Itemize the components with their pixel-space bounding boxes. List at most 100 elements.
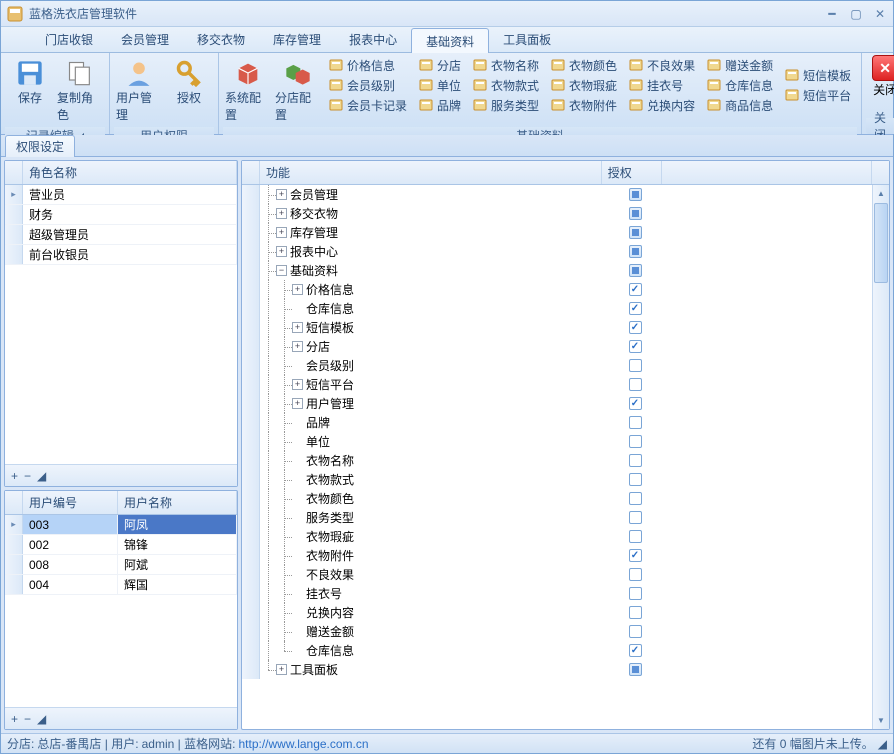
auth-checkbox[interactable]: [629, 302, 642, 315]
tree-expander[interactable]: +: [276, 664, 287, 675]
user-row[interactable]: ▸003阿凤: [5, 515, 237, 535]
tree-row[interactable]: 兑换内容: [242, 603, 872, 622]
tree-row[interactable]: 仓库信息: [242, 299, 872, 318]
auth-checkbox[interactable]: [629, 416, 642, 429]
ribbon-close-button[interactable]: ✕ 关闭: [866, 55, 894, 98]
scroll-up-button[interactable]: ▲: [873, 185, 889, 202]
ribbon-item[interactable]: 会员级别: [325, 75, 411, 95]
ribbon-item[interactable]: 价格信息: [325, 55, 411, 75]
tree-row[interactable]: 衣物附件: [242, 546, 872, 565]
ribbon-item[interactable]: 分店: [415, 55, 465, 75]
auth-checkbox[interactable]: [629, 378, 642, 391]
role-row[interactable]: 超级管理员: [5, 225, 237, 245]
status-site-link[interactable]: http://www.lange.com.cn: [239, 737, 369, 751]
tree-expander[interactable]: −: [276, 265, 287, 276]
auth-checkbox[interactable]: [629, 606, 642, 619]
tree-expander[interactable]: +: [292, 398, 303, 409]
scroll-thumb[interactable]: [874, 203, 888, 283]
ribbon-item[interactable]: 短信平台: [781, 85, 855, 105]
auth-checkbox[interactable]: [629, 644, 642, 657]
scroll-down-button[interactable]: ▼: [873, 712, 889, 729]
roles-remove-button[interactable]: −: [24, 469, 31, 483]
tree-row[interactable]: 单位: [242, 432, 872, 451]
system-config-button[interactable]: 系统配置: [223, 55, 273, 127]
role-row[interactable]: 财务: [5, 205, 237, 225]
tree-expander[interactable]: +: [276, 189, 287, 200]
roles-add-button[interactable]: +: [11, 469, 18, 483]
auth-checkbox[interactable]: [629, 492, 642, 505]
auth-checkbox[interactable]: [629, 226, 642, 239]
ribbon-item[interactable]: 仓库信息: [703, 75, 777, 95]
tree-row[interactable]: +短信平台: [242, 375, 872, 394]
role-row[interactable]: ▸营业员: [5, 185, 237, 205]
ribbon-item[interactable]: 品牌: [415, 95, 465, 115]
tree-row[interactable]: 衣物款式: [242, 470, 872, 489]
authorize-button[interactable]: 授权: [164, 55, 214, 110]
tree-row[interactable]: 赠送金额: [242, 622, 872, 641]
tree-expander[interactable]: +: [292, 284, 303, 295]
ribbon-item[interactable]: 衣物款式: [469, 75, 543, 95]
auth-checkbox[interactable]: [629, 568, 642, 581]
auth-checkbox[interactable]: [629, 454, 642, 467]
tab-permission-settings[interactable]: 权限设定: [5, 135, 75, 157]
tree-row[interactable]: 挂衣号: [242, 584, 872, 603]
auth-checkbox[interactable]: [629, 340, 642, 353]
tree-row[interactable]: +报表中心: [242, 242, 872, 261]
copy-role-button[interactable]: 复制角色: [55, 55, 105, 127]
menu-item-1[interactable]: 会员管理: [107, 27, 183, 52]
auth-checkbox[interactable]: [629, 321, 642, 334]
tree-row[interactable]: 不良效果: [242, 565, 872, 584]
user-management-button[interactable]: 用户管理: [114, 55, 164, 127]
tree-expander[interactable]: +: [276, 227, 287, 238]
auth-checkbox[interactable]: [629, 188, 642, 201]
role-row[interactable]: 前台收银员: [5, 245, 237, 265]
ribbon-item[interactable]: 会员卡记录: [325, 95, 411, 115]
tree-row[interactable]: +会员管理: [242, 185, 872, 204]
ribbon-item[interactable]: 衣物瑕疵: [547, 75, 621, 95]
tree-row[interactable]: +用户管理: [242, 394, 872, 413]
tree-row[interactable]: +分店: [242, 337, 872, 356]
tree-row[interactable]: +短信模板: [242, 318, 872, 337]
tree-row[interactable]: −基础资料: [242, 261, 872, 280]
users-header-name[interactable]: 用户名称: [118, 491, 237, 514]
store-config-button[interactable]: 分店配置: [273, 55, 323, 127]
tree-expander[interactable]: +: [276, 246, 287, 257]
tree-row[interactable]: 衣物名称: [242, 451, 872, 470]
users-more-button[interactable]: ◢: [37, 712, 46, 726]
minimize-button[interactable]: ━: [821, 5, 843, 22]
auth-checkbox[interactable]: [629, 587, 642, 600]
roles-more-button[interactable]: ◢: [37, 469, 46, 483]
menu-item-2[interactable]: 移交衣物: [183, 27, 259, 52]
ribbon-item[interactable]: 挂衣号: [625, 75, 699, 95]
ribbon-item[interactable]: 服务类型: [469, 95, 543, 115]
users-remove-button[interactable]: −: [24, 712, 31, 726]
tree-row[interactable]: 仓库信息: [242, 641, 872, 660]
ribbon-item[interactable]: 衣物颜色: [547, 55, 621, 75]
roles-header[interactable]: 角色名称: [23, 161, 237, 184]
tree-row[interactable]: 会员级别: [242, 356, 872, 375]
tree-expander[interactable]: +: [292, 322, 303, 333]
auth-checkbox[interactable]: [629, 625, 642, 638]
auth-checkbox[interactable]: [629, 264, 642, 277]
tree-expander[interactable]: +: [276, 208, 287, 219]
auth-checkbox[interactable]: [629, 549, 642, 562]
tree-expander[interactable]: +: [292, 341, 303, 352]
users-add-button[interactable]: +: [11, 712, 18, 726]
ribbon-item[interactable]: 衣物附件: [547, 95, 621, 115]
tree-row[interactable]: 服务类型: [242, 508, 872, 527]
menu-item-3[interactable]: 库存管理: [259, 27, 335, 52]
ribbon-item[interactable]: 衣物名称: [469, 55, 543, 75]
auth-checkbox[interactable]: [629, 530, 642, 543]
auth-checkbox[interactable]: [629, 663, 642, 676]
tree-row[interactable]: +库存管理: [242, 223, 872, 242]
ribbon-item[interactable]: 兑换内容: [625, 95, 699, 115]
close-window-button[interactable]: ✕: [869, 5, 891, 22]
users-header-id[interactable]: 用户编号: [23, 491, 118, 514]
tree-row[interactable]: +价格信息: [242, 280, 872, 299]
user-row[interactable]: 002锦锋: [5, 535, 237, 555]
auth-checkbox[interactable]: [629, 397, 642, 410]
menu-item-5[interactable]: 基础资料: [411, 28, 489, 53]
ribbon-item[interactable]: 商品信息: [703, 95, 777, 115]
tree-header-func[interactable]: 功能: [260, 161, 602, 184]
menu-item-0[interactable]: 门店收银: [31, 27, 107, 52]
